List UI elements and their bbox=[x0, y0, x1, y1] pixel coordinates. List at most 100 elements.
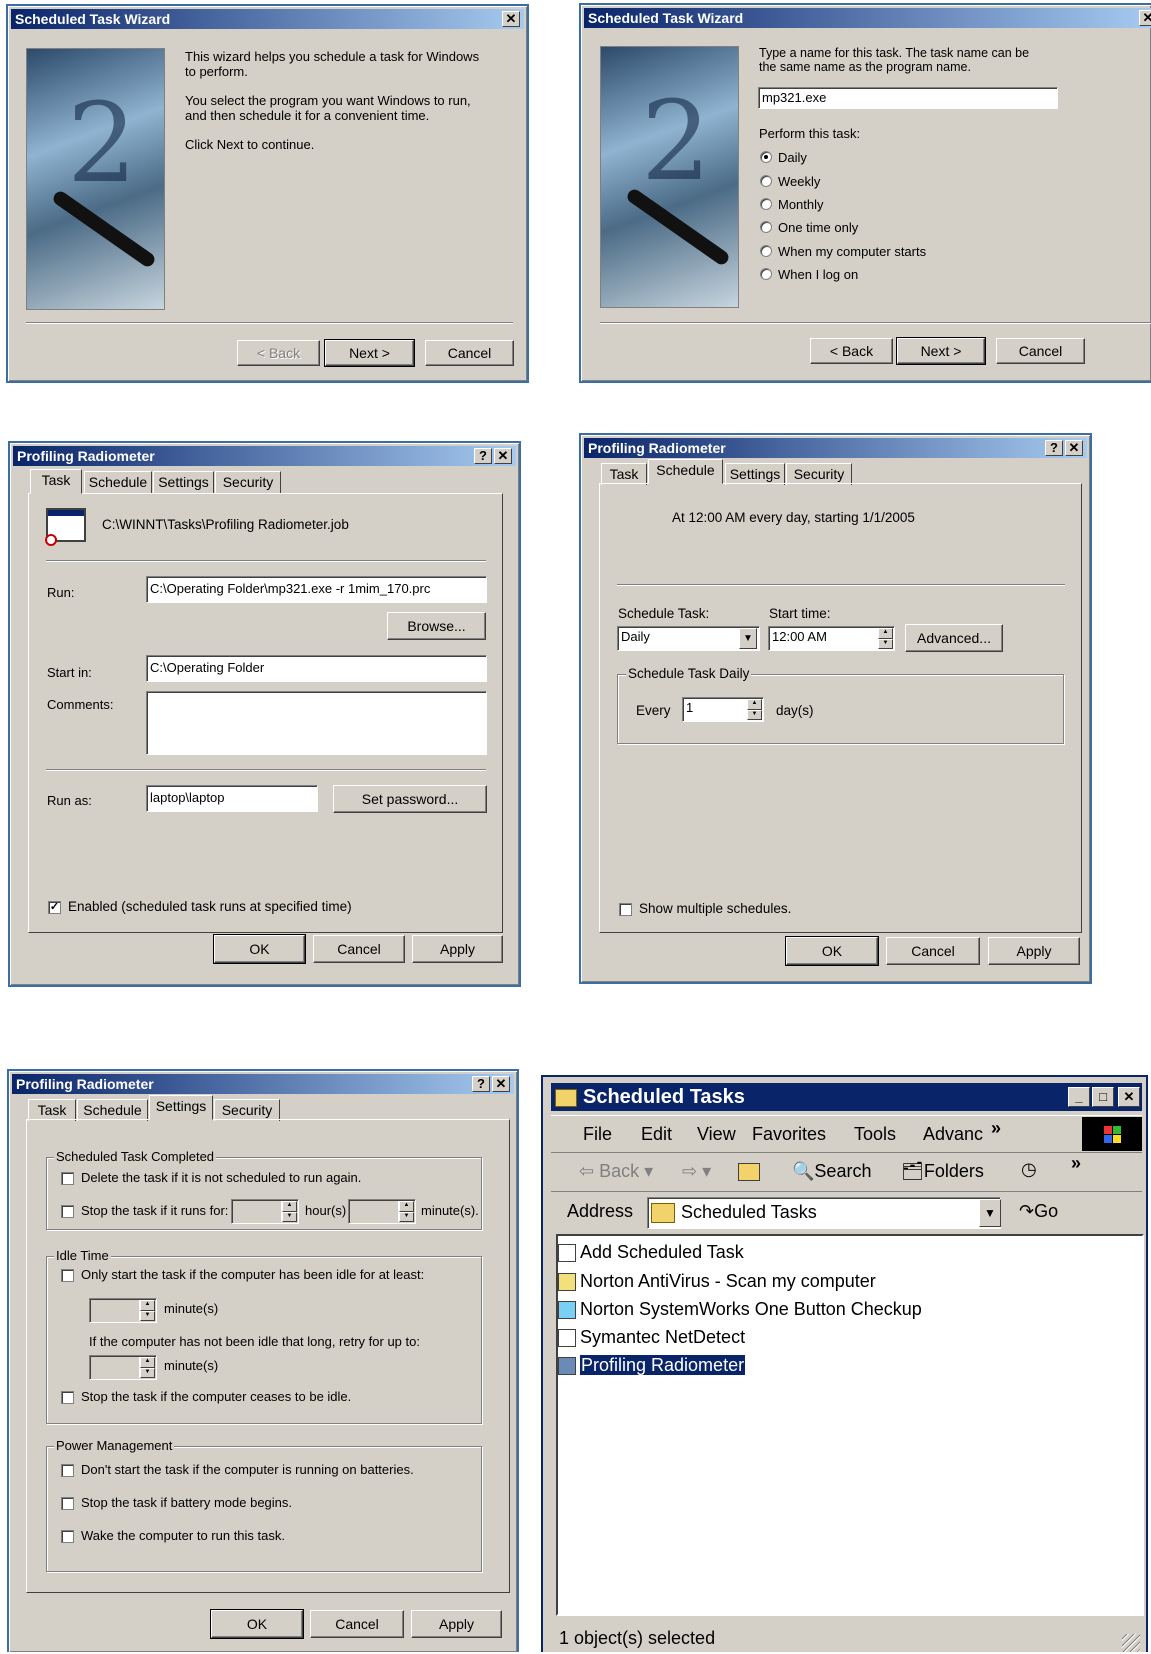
menu-chevron[interactable]: » bbox=[991, 1118, 1001, 1139]
close-button[interactable]: ✕ bbox=[1118, 1087, 1140, 1107]
close-button[interactable]: ✕ bbox=[1065, 440, 1083, 456]
tab-schedule[interactable]: Schedule bbox=[77, 1099, 148, 1121]
list-item[interactable]: Symantec NetDetect bbox=[558, 1325, 745, 1349]
tab-schedule[interactable]: Schedule bbox=[648, 459, 723, 484]
maximize-button[interactable]: □ bbox=[1092, 1087, 1114, 1107]
days-label: day(s) bbox=[776, 703, 814, 718]
tab-task[interactable]: Task bbox=[28, 1099, 76, 1121]
idle-time-group-label: Idle Time bbox=[54, 1248, 111, 1263]
power-management-group-label: Power Management bbox=[54, 1438, 175, 1453]
enabled-checkbox[interactable]: ✓ bbox=[48, 901, 61, 914]
advanced-button[interactable]: Advanced... bbox=[905, 624, 1003, 652]
idle-minutes-spinner[interactable]: ▲ ▼ bbox=[139, 1300, 155, 1321]
radio-one-time[interactable] bbox=[760, 221, 772, 233]
address-input[interactable]: Scheduled Tasks bbox=[647, 1197, 1001, 1229]
list-item[interactable]: Add Scheduled Task bbox=[558, 1240, 744, 1264]
history-icon[interactable]: ◷ bbox=[1021, 1159, 1037, 1180]
cancel-button[interactable]: Cancel bbox=[886, 937, 980, 965]
apply-button[interactable]: Apply bbox=[988, 937, 1080, 965]
menu-file[interactable]: File bbox=[583, 1124, 612, 1145]
radio-one-time-label: One time only bbox=[778, 220, 859, 235]
tab-settings[interactable]: Settings bbox=[725, 463, 785, 485]
tab-security[interactable]: Security bbox=[786, 463, 852, 485]
menu-edit[interactable]: Edit bbox=[641, 1124, 672, 1145]
stop-task-runs-checkbox[interactable] bbox=[61, 1205, 74, 1218]
stop-battery-checkbox[interactable] bbox=[61, 1497, 74, 1510]
up-folder-icon[interactable] bbox=[738, 1163, 760, 1181]
only-start-idle-checkbox[interactable] bbox=[61, 1269, 74, 1282]
run-input[interactable]: C:\Operating Folder\mp321.exe -r 1mim_17… bbox=[146, 576, 487, 603]
start-time-input[interactable]: 12:00 AM bbox=[768, 626, 895, 651]
hours-label: hour(s) bbox=[305, 1203, 347, 1218]
menu-advanced[interactable]: Advanc bbox=[923, 1124, 983, 1145]
search-button[interactable]: 🔍Search bbox=[792, 1161, 871, 1182]
help-button[interactable]: ? bbox=[474, 448, 492, 464]
list-item[interactable]: Norton SystemWorks One Button Checkup bbox=[558, 1297, 922, 1321]
task-name-input[interactable]: mp321.exe bbox=[758, 87, 1058, 109]
folders-button[interactable]: 🗂Folders bbox=[901, 1161, 984, 1182]
start-time-spinner[interactable]: ▲ ▼ bbox=[877, 628, 893, 649]
chevron-down-icon[interactable]: ▼ bbox=[979, 1199, 1001, 1227]
list-item[interactable]: Profiling Radiometer bbox=[558, 1353, 747, 1377]
show-multiple-checkbox[interactable] bbox=[619, 903, 632, 916]
comments-input[interactable] bbox=[146, 691, 487, 755]
radio-weekly[interactable] bbox=[760, 175, 772, 187]
cancel-button[interactable]: Cancel bbox=[310, 1610, 404, 1638]
help-button[interactable]: ? bbox=[472, 1076, 490, 1092]
toolbar-chevron[interactable]: » bbox=[1071, 1153, 1081, 1174]
go-button[interactable]: ↷Go bbox=[1019, 1201, 1058, 1222]
menu-favorites[interactable]: Favorites bbox=[752, 1124, 826, 1145]
ok-button[interactable]: OK bbox=[210, 1609, 304, 1639]
minimize-button[interactable]: _ bbox=[1068, 1087, 1090, 1107]
tab-schedule[interactable]: Schedule bbox=[84, 471, 152, 493]
radio-monthly[interactable] bbox=[760, 198, 772, 210]
tab-settings[interactable]: Settings bbox=[149, 1095, 213, 1120]
back-button[interactable]: < Back bbox=[810, 338, 893, 364]
cancel-button[interactable]: Cancel bbox=[425, 340, 514, 366]
wake-checkbox[interactable] bbox=[61, 1530, 74, 1543]
add-task-icon bbox=[558, 1244, 576, 1263]
radio-daily[interactable] bbox=[760, 151, 772, 163]
close-button[interactable]: ✕ bbox=[502, 11, 520, 27]
start-in-input[interactable]: C:\Operating Folder bbox=[146, 655, 487, 682]
folder-icon bbox=[651, 1203, 675, 1224]
apply-button[interactable]: Apply bbox=[412, 935, 503, 963]
hours-spinner[interactable]: ▲ ▼ bbox=[281, 1201, 297, 1222]
back-button[interactable]: < Back bbox=[237, 340, 320, 366]
comments-label: Comments: bbox=[47, 697, 114, 712]
tab-security[interactable]: Security bbox=[214, 1099, 280, 1121]
back-button[interactable]: ⇦ Back ▾ bbox=[579, 1161, 653, 1182]
next-button[interactable]: Next > bbox=[896, 337, 986, 365]
set-password-button[interactable]: Set password... bbox=[333, 785, 487, 813]
minutes-spinner[interactable]: ▲ ▼ bbox=[398, 1201, 414, 1222]
tab-settings[interactable]: Settings bbox=[153, 471, 214, 493]
chevron-down-icon[interactable]: ▼ bbox=[739, 628, 757, 649]
next-button[interactable]: Next > bbox=[324, 339, 415, 367]
menu-view[interactable]: View bbox=[697, 1124, 736, 1145]
resize-grip-icon[interactable] bbox=[1122, 1634, 1140, 1652]
ok-button[interactable]: OK bbox=[213, 934, 306, 964]
menu-tools[interactable]: Tools bbox=[854, 1124, 896, 1145]
tab-task[interactable]: Task bbox=[30, 469, 82, 494]
run-as-input[interactable]: laptop\laptop bbox=[146, 785, 318, 812]
close-button[interactable]: ✕ bbox=[492, 1076, 510, 1092]
tab-task[interactable]: Task bbox=[601, 463, 647, 485]
tab-security[interactable]: Security bbox=[215, 471, 281, 493]
no-batteries-checkbox[interactable] bbox=[61, 1464, 74, 1477]
cancel-button[interactable]: Cancel bbox=[313, 935, 405, 963]
radio-computer-starts[interactable] bbox=[760, 245, 772, 257]
every-days-spinner[interactable]: ▲ ▼ bbox=[746, 699, 762, 720]
browse-button[interactable]: Browse... bbox=[387, 612, 486, 640]
list-item[interactable]: Norton AntiVirus - Scan my computer bbox=[558, 1269, 876, 1293]
close-button[interactable]: ✕ bbox=[494, 448, 512, 464]
cancel-button[interactable]: Cancel bbox=[996, 338, 1085, 364]
apply-button[interactable]: Apply bbox=[411, 1610, 502, 1638]
forward-button[interactable]: ⇨ ▾ bbox=[682, 1161, 711, 1182]
help-button[interactable]: ? bbox=[1045, 440, 1063, 456]
retry-minutes-spinner[interactable]: ▲ ▼ bbox=[139, 1357, 155, 1378]
stop-idle-checkbox[interactable] bbox=[61, 1391, 74, 1404]
close-button[interactable]: ✕ bbox=[1139, 10, 1151, 26]
ok-button[interactable]: OK bbox=[785, 936, 879, 966]
radio-log-on[interactable] bbox=[760, 268, 772, 280]
delete-task-checkbox[interactable] bbox=[61, 1172, 74, 1185]
